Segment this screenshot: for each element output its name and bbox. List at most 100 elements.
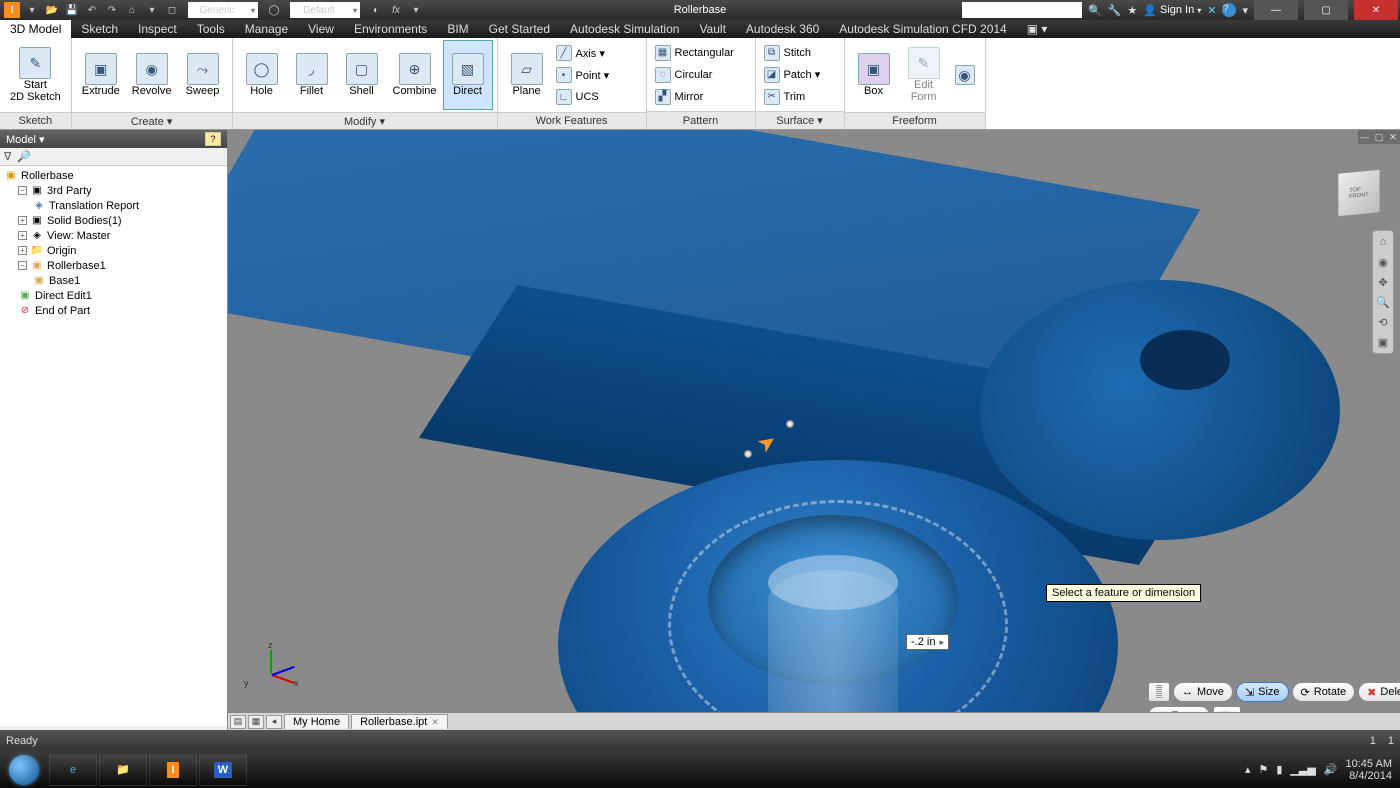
- freeform-more-button[interactable]: ◉: [949, 40, 981, 110]
- delete-button[interactable]: ✖Delete: [1358, 682, 1400, 702]
- tree-root[interactable]: ▣Rollerbase: [4, 168, 223, 183]
- viewport[interactable]: — ▢ ✕ ➤ -.2 in Select a feature or dimen…: [228, 130, 1400, 730]
- material-combo[interactable]: Generic: [188, 2, 258, 18]
- hole-button[interactable]: ◯Hole: [237, 40, 287, 110]
- appearance-combo[interactable]: Default: [290, 2, 360, 18]
- qat-redo-icon[interactable]: ↷: [104, 2, 120, 18]
- qat-home-icon[interactable]: ⌂: [124, 2, 140, 18]
- plane-button[interactable]: ▱Plane: [502, 40, 552, 110]
- tab-tools[interactable]: Tools: [187, 20, 235, 38]
- edit-form-button[interactable]: ✎Edit Form: [899, 40, 949, 110]
- tree-rollerbase1[interactable]: −▣Rollerbase1: [4, 258, 223, 273]
- qat-new-icon[interactable]: ▾: [24, 2, 40, 18]
- shell-button[interactable]: ▢Shell: [337, 40, 387, 110]
- taskbar-explorer[interactable]: 📁: [99, 754, 147, 786]
- tab-3d-model[interactable]: 3D Model: [0, 20, 71, 38]
- taskbar-clock[interactable]: 10:45 AM 8/4/2014: [1346, 758, 1392, 782]
- qat-drop-icon[interactable]: ▾: [408, 2, 424, 18]
- nav-home-icon[interactable]: ⌂: [1375, 234, 1391, 250]
- qat-appearance-icon[interactable]: ◯: [266, 2, 282, 18]
- browser-help-icon[interactable]: ?: [205, 132, 221, 146]
- close-button[interactable]: ✕: [1354, 0, 1398, 20]
- collapse-icon[interactable]: −: [18, 261, 27, 270]
- axis-button[interactable]: ╱Axis ▾: [552, 42, 642, 64]
- trim-button[interactable]: ✂Trim: [760, 86, 840, 108]
- tray-up-icon[interactable]: ▴: [1245, 763, 1251, 776]
- tree-origin[interactable]: +📁Origin: [4, 243, 223, 258]
- doc-tab-file[interactable]: Rollerbase.ipt✕: [351, 714, 448, 729]
- tree-3rd-party[interactable]: −▣3rd Party: [4, 183, 223, 198]
- exchange-icon[interactable]: ✕: [1207, 4, 1216, 17]
- expand-icon[interactable]: +: [18, 216, 27, 225]
- direct-button[interactable]: ▧Direct: [443, 40, 493, 110]
- nav-pan-icon[interactable]: ✥: [1375, 274, 1391, 290]
- patch-button[interactable]: ◪Patch ▾: [760, 64, 840, 86]
- taskbar-word[interactable]: W: [199, 754, 247, 786]
- move-button[interactable]: ↔Move: [1173, 682, 1233, 702]
- view-cube[interactable]: TOPFRONT: [1337, 169, 1380, 218]
- star-icon[interactable]: ★: [1127, 4, 1137, 17]
- grip-handle[interactable]: [744, 450, 752, 458]
- qat-fx-icon[interactable]: fx: [388, 2, 404, 18]
- qat-color-icon[interactable]: ◐: [368, 2, 384, 18]
- box-button[interactable]: ▣Box: [849, 40, 899, 110]
- grip-handle[interactable]: [786, 420, 794, 428]
- nav-orbit-icon[interactable]: ⟲: [1375, 314, 1391, 330]
- mirror-button[interactable]: ▞Mirror: [651, 86, 751, 108]
- tab-get-started[interactable]: Get Started: [479, 20, 560, 38]
- tray-flag-icon[interactable]: ⚑: [1258, 763, 1268, 776]
- sweep-button[interactable]: ⤳Sweep: [178, 40, 228, 110]
- nav-zoom-icon[interactable]: 🔍: [1375, 294, 1391, 310]
- qat-save-icon[interactable]: 💾: [64, 2, 80, 18]
- expand-icon[interactable]: +: [18, 246, 27, 255]
- mini-grip[interactable]: [1148, 682, 1170, 702]
- tab-inspect[interactable]: Inspect: [128, 20, 187, 38]
- tab-autodesk-simulation[interactable]: Autodesk Simulation: [560, 20, 689, 38]
- tab-sketch[interactable]: Sketch: [71, 20, 128, 38]
- minimize-button[interactable]: —: [1254, 0, 1298, 20]
- tree-view-master[interactable]: +◈View: Master: [4, 228, 223, 243]
- key-icon[interactable]: 🔧: [1108, 4, 1122, 17]
- rotate-button[interactable]: ⟳Rotate: [1292, 682, 1356, 702]
- dimension-input[interactable]: -.2 in: [906, 634, 949, 650]
- tree-solid-bodies[interactable]: +▣Solid Bodies(1): [4, 213, 223, 228]
- tray-battery-icon[interactable]: ▮: [1276, 763, 1282, 776]
- browser-header[interactable]: Model ▾?: [0, 130, 227, 148]
- nav-lookat-icon[interactable]: ▣: [1375, 334, 1391, 350]
- tab-autodesk-360[interactable]: Autodesk 360: [736, 20, 829, 38]
- signin-button[interactable]: 👤Sign In▾: [1143, 4, 1201, 17]
- stitch-button[interactable]: ⧉Stitch: [760, 42, 840, 64]
- tab-environments[interactable]: Environments: [344, 20, 437, 38]
- point-button[interactable]: •Point ▾: [552, 64, 642, 86]
- help-icon[interactable]: ?: [1222, 3, 1236, 17]
- combine-button[interactable]: ⊕Combine: [387, 40, 443, 110]
- filter-icon[interactable]: ∇: [4, 150, 11, 163]
- close-tab-icon[interactable]: ✕: [431, 717, 439, 728]
- start-button[interactable]: [0, 751, 48, 788]
- qat-undo-icon[interactable]: ↶: [84, 2, 100, 18]
- rectangular-button[interactable]: ▦Rectangular: [651, 42, 751, 64]
- circular-button[interactable]: ◌Circular: [651, 64, 751, 86]
- more-icon[interactable]: ▾: [1242, 4, 1248, 17]
- doc-tab-list-icon[interactable]: ▤: [230, 715, 246, 729]
- maximize-button[interactable]: ▢: [1304, 0, 1348, 20]
- qat-material-icon[interactable]: ◻: [164, 2, 180, 18]
- tab-bim[interactable]: BIM: [437, 20, 478, 38]
- app-icon[interactable]: I: [4, 2, 20, 18]
- qat-select-icon[interactable]: ▾: [144, 2, 160, 18]
- tab-overflow-icon[interactable]: ▣ ▾: [1017, 20, 1058, 38]
- tree-direct-edit1[interactable]: ▣Direct Edit1: [4, 288, 223, 303]
- revolve-button[interactable]: ◉Revolve: [126, 40, 178, 110]
- tab-view[interactable]: View: [298, 20, 344, 38]
- start-2d-sketch-button[interactable]: ✎Start 2D Sketch: [4, 40, 67, 110]
- taskbar-ie[interactable]: e: [49, 754, 97, 786]
- tab-vault[interactable]: Vault: [689, 20, 735, 38]
- tray-network-icon[interactable]: ▁▃▅: [1290, 763, 1315, 776]
- tree-translation-report[interactable]: ◈Translation Report: [4, 198, 223, 213]
- fillet-button[interactable]: ◞Fillet: [287, 40, 337, 110]
- ucs-button[interactable]: ∟UCS: [552, 86, 642, 108]
- tree-end-of-part[interactable]: ⊘End of Part: [4, 303, 223, 318]
- nav-wheel-icon[interactable]: ◉: [1375, 254, 1391, 270]
- extrude-button[interactable]: ▣Extrude: [76, 40, 126, 110]
- find-icon[interactable]: 🔎: [17, 150, 31, 163]
